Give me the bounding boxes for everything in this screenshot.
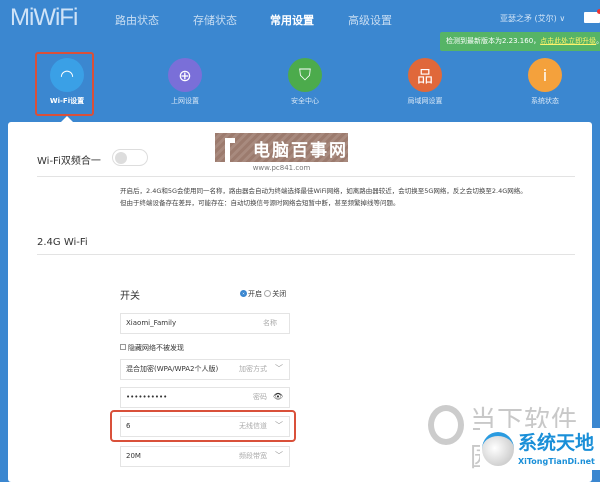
xitong-watermark: 系统天地 XiTongTianDi.net xyxy=(480,428,600,470)
dualband-label: Wi-Fi双频合一 xyxy=(37,156,101,167)
divider xyxy=(37,254,575,255)
update-end: 。 xyxy=(596,37,600,45)
category-security[interactable]: ⛉ 安全中心 xyxy=(265,58,345,106)
nav-advanced-settings[interactable]: 高级设置 xyxy=(348,12,392,28)
nav-common-settings[interactable]: 常用设置 xyxy=(270,12,314,28)
update-banner: 检测到最新版本为2.23.160，点击此处立即升级。 xyxy=(440,32,600,51)
ssid-input[interactable]: Xiaomi_Family 名称 xyxy=(120,313,290,334)
radio-off[interactable] xyxy=(264,290,272,297)
highlight-box xyxy=(110,410,296,442)
pc841-watermark: 电脑百事网 www.pc841.com xyxy=(215,133,348,175)
network-icon: 品 xyxy=(408,58,442,92)
info-icon: i xyxy=(528,58,562,92)
category-lan[interactable]: 品 局域网设置 xyxy=(385,58,465,106)
radio-off-label: 关闭 xyxy=(272,290,287,298)
user-menu[interactable]: 亚瑟之矛 (艾尔) ∨ xyxy=(500,13,565,24)
section-title: 2.4G Wi-Fi xyxy=(37,237,88,248)
bandwidth-select[interactable]: 20M 频段带宽 ﹀ xyxy=(120,446,290,467)
dualband-desc-1: 开启后，2.4G和5G会使用同一名称，路由器会自动为终端选择最佳WiFi网络，如… xyxy=(120,187,527,195)
update-text: 检测到最新版本为2.23.160， xyxy=(446,37,541,45)
eye-icon[interactable]: 👁 xyxy=(273,387,283,406)
shield-icon: ⛉ xyxy=(288,58,322,92)
logo[interactable]: MiWiFi xyxy=(10,4,78,32)
highlight-box xyxy=(35,52,94,116)
chevron-down-icon: ﹀ xyxy=(275,451,283,460)
category-label: 安全中心 xyxy=(291,97,319,105)
globe-icon: ⊕ xyxy=(168,58,202,92)
encryption-select[interactable]: 混合加密(WPA/WPA2个人版) 加密方式 ﹀ xyxy=(120,359,290,380)
category-label: 上网设置 xyxy=(171,97,199,105)
hide-network-checkbox[interactable]: 隐藏网络不被发现 xyxy=(120,343,184,353)
radio-on[interactable] xyxy=(240,290,247,297)
category-label: 系统状态 xyxy=(531,97,559,105)
category-internet[interactable]: ⊕ 上网设置 xyxy=(145,58,225,106)
divider xyxy=(37,176,575,177)
switch-label: 开关 xyxy=(120,291,140,302)
dualband-toggle[interactable] xyxy=(112,149,148,166)
upgrade-link[interactable]: 点击此处立即升级 xyxy=(540,37,596,45)
nav-storage-status[interactable]: 存储状态 xyxy=(193,12,237,28)
category-label: 局域网设置 xyxy=(407,97,443,105)
dualband-desc-2: 但由于终端设备存在差异，可能存在：自动切换信号源时网络会短暂中断，甚至频繁掉线等… xyxy=(120,199,400,207)
downxia-logo xyxy=(428,405,464,445)
nav-router-status[interactable]: 路由状态 xyxy=(115,12,159,28)
switch-radios: 开启 关闭 xyxy=(240,289,286,299)
radio-on-label: 开启 xyxy=(248,290,262,298)
chevron-down-icon: ﹀ xyxy=(275,364,283,373)
category-system[interactable]: i 系统状态 xyxy=(505,58,585,106)
password-input[interactable]: •••••••••• 密码 👁 xyxy=(120,387,290,408)
mail-icon[interactable] xyxy=(584,9,600,23)
